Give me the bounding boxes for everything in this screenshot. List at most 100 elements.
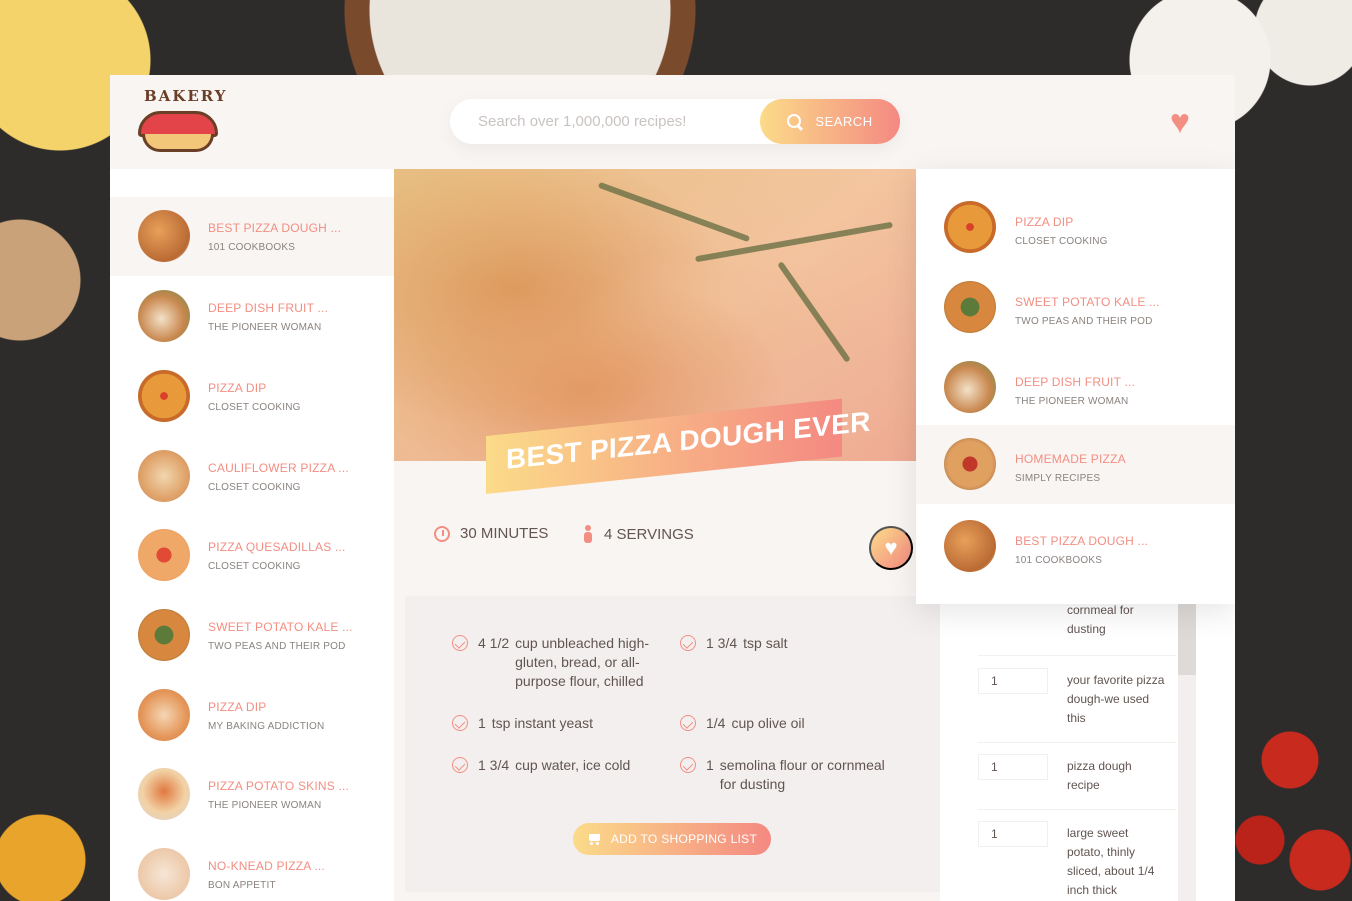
result-thumbnail <box>138 689 190 741</box>
liked-publisher: 101 COOKBOOKS <box>1015 555 1103 566</box>
liked-publisher: CLOSET COOKING <box>1015 236 1108 247</box>
result-thumbnail <box>138 768 190 820</box>
liked-item[interactable]: HOMEMADE PIZZA SIMPLY RECIPES <box>916 425 1235 504</box>
result-item[interactable]: SWEET POTATO KALE ... TWO PEAS AND THEIR… <box>110 596 394 675</box>
ingredient-text: tsp salt <box>743 635 788 651</box>
result-title: CAULIFLOWER PIZZA ... <box>208 461 349 475</box>
likes-heart-icon[interactable]: ♥ <box>1160 105 1200 139</box>
check-icon <box>680 635 696 651</box>
ingredient-text: cup unbleached high-gluten, bread, or al… <box>515 635 650 689</box>
liked-title: PIZZA DIP <box>1015 215 1074 229</box>
result-thumbnail <box>138 370 190 422</box>
search-button[interactable]: SEARCH <box>760 99 900 144</box>
result-item[interactable]: PIZZA QUESADILLAS ... CLOSET COOKING <box>110 516 394 595</box>
shopping-item-text: pizza dough recipe <box>1067 759 1132 792</box>
result-thumbnail <box>138 609 190 661</box>
result-publisher: MY BAKING ADDICTION <box>208 721 325 732</box>
liked-item[interactable]: DEEP DISH FRUIT ... THE PIONEER WOMAN <box>916 348 1235 427</box>
result-item[interactable]: DEEP DISH FRUIT ... THE PIONEER WOMAN <box>110 277 394 356</box>
recipe-servings-value: 4 SERVINGS <box>604 525 694 543</box>
liked-thumbnail <box>944 520 996 572</box>
scrollbar[interactable] <box>1178 587 1196 901</box>
cart-icon <box>587 833 601 845</box>
stopwatch-icon <box>434 525 450 542</box>
ingredient-text: cup water, ice cold <box>515 757 631 773</box>
liked-thumbnail <box>944 281 996 333</box>
result-item[interactable]: PIZZA DIP MY BAKING ADDICTION <box>110 676 394 755</box>
shopping-item-text: your favorite pizza dough-we used this <box>1067 673 1165 725</box>
ingredient-qty: 1 <box>706 757 714 773</box>
liked-item[interactable]: SWEET POTATO KALE ... TWO PEAS AND THEIR… <box>916 268 1235 347</box>
recipe-servings: 4 SERVINGS <box>582 525 694 543</box>
result-publisher: THE PIONEER WOMAN <box>208 322 322 333</box>
ingredient-qty: 1/4 <box>706 715 726 731</box>
shopping-item: your favorite pizza dough-we used this <box>978 656 1176 743</box>
shopping-qty-input[interactable] <box>978 668 1048 694</box>
result-title: PIZZA QUESADILLAS ... <box>208 540 346 554</box>
add-to-shopping-list-button[interactable]: ADD TO SHOPPING LIST <box>573 823 771 855</box>
liked-thumbnail <box>944 201 996 253</box>
ingredient-item: 1 tsp instant yeast <box>452 714 662 733</box>
pie-icon-base <box>142 134 214 152</box>
heart-icon: ♥ <box>884 535 898 560</box>
recipe-details: 30 MINUTES 4 SERVINGS ♥ <box>394 461 940 596</box>
result-title: PIZZA POTATO SKINS ... <box>208 779 350 793</box>
results-list: BEST PIZZA DOUGH ... 101 COOKBOOKS DEEP … <box>110 169 394 901</box>
ingredient-text: cup olive oil <box>731 715 805 731</box>
result-title: NO-KNEAD PIZZA ... <box>208 859 325 873</box>
shopping-item-text: large sweet potato, thinly sliced, about… <box>1067 826 1155 897</box>
check-icon <box>680 757 696 773</box>
result-publisher: CLOSET COOKING <box>208 482 301 493</box>
result-title: BEST PIZZA DOUGH ... <box>208 221 342 235</box>
search-form: SEARCH <box>450 99 900 144</box>
person-icon <box>582 525 594 543</box>
result-title: SWEET POTATO KALE ... <box>208 620 353 634</box>
result-thumbnail <box>138 450 190 502</box>
shopping-item-text: cornmeal for dusting <box>1067 603 1134 636</box>
shopping-item: pizza dough recipe <box>978 743 1176 810</box>
result-item[interactable]: PIZZA POTATO SKINS ... THE PIONEER WOMAN <box>110 755 394 834</box>
liked-publisher: TWO PEAS AND THEIR POD <box>1015 316 1153 327</box>
result-item[interactable]: NO-KNEAD PIZZA ... BON APPETIT <box>110 835 394 901</box>
ingredient-qty: 4 1/2 <box>478 635 510 651</box>
logo-text: BAKERY <box>144 87 228 105</box>
ingredient-item: 1 3/4 tsp salt <box>680 634 890 653</box>
result-thumbnail <box>138 848 190 900</box>
ingredient-item: 1 3/4 cup water, ice cold <box>452 756 662 775</box>
ingredient-qty: 1 3/4 <box>706 635 738 651</box>
liked-item[interactable]: PIZZA DIP CLOSET COOKING <box>916 188 1235 267</box>
result-item[interactable]: BEST PIZZA DOUGH ... 101 COOKBOOKS <box>110 197 394 276</box>
search-input[interactable] <box>478 99 748 144</box>
liked-title: SWEET POTATO KALE ... <box>1015 295 1160 309</box>
liked-publisher: SIMPLY RECIPES <box>1015 473 1101 484</box>
result-item[interactable]: CAULIFLOWER PIZZA ... CLOSET COOKING <box>110 437 394 516</box>
liked-thumbnail <box>944 361 996 413</box>
shopping-item: large sweet potato, thinly sliced, about… <box>978 810 1176 901</box>
result-title: PIZZA DIP <box>208 700 267 714</box>
search-icon <box>787 113 803 130</box>
liked-publisher: THE PIONEER WOMAN <box>1015 396 1129 407</box>
bakery-logo[interactable]: BAKERY <box>132 85 228 157</box>
ingredient-item: 1/4 cup olive oil <box>680 714 890 733</box>
result-publisher: BON APPETIT <box>208 880 276 891</box>
check-icon <box>452 715 468 731</box>
basil-leaf <box>777 261 851 363</box>
check-icon <box>680 715 696 731</box>
shopping-qty-input[interactable] <box>978 821 1048 847</box>
result-publisher: CLOSET COOKING <box>208 402 301 413</box>
liked-thumbnail <box>944 438 996 490</box>
likes-panel: PIZZA DIP CLOSET COOKING SWEET POTATO KA… <box>916 169 1235 604</box>
result-thumbnail <box>138 529 190 581</box>
basil-leaf <box>597 181 751 243</box>
check-icon <box>452 757 468 773</box>
ingredients-section: 4 1/2 cup unbleached high-gluten, bread,… <box>405 596 940 892</box>
shopping-qty-input[interactable] <box>978 754 1048 780</box>
result-item[interactable]: PIZZA DIP CLOSET COOKING <box>110 357 394 436</box>
add-to-shopping-list-label: ADD TO SHOPPING LIST <box>610 832 758 846</box>
result-title: PIZZA DIP <box>208 381 267 395</box>
result-publisher: THE PIONEER WOMAN <box>208 800 322 811</box>
ingredient-qty: 1 <box>478 715 486 731</box>
liked-item[interactable]: BEST PIZZA DOUGH ... 101 COOKBOOKS <box>916 507 1235 586</box>
like-button[interactable]: ♥ <box>869 526 913 570</box>
recipe-time-value: 30 MINUTES <box>460 525 549 542</box>
